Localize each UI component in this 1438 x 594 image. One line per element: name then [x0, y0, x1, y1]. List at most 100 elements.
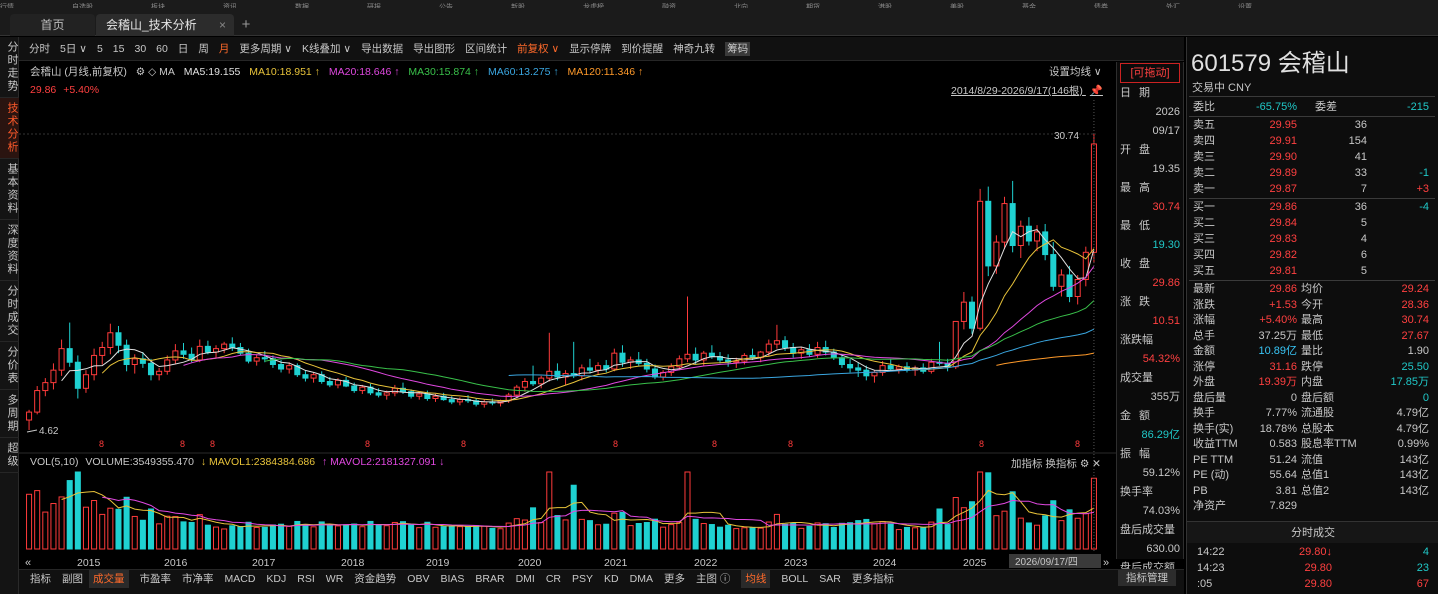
- left-nav-item[interactable]: 分时成交: [0, 281, 19, 342]
- candle-body: [131, 358, 138, 365]
- vol-tools[interactable]: 加指标 换指标 ⚙ ✕: [1011, 456, 1101, 471]
- toolbar-item[interactable]: 更多周期 ∨: [239, 37, 292, 61]
- volume-bar: [847, 522, 854, 550]
- toolbar-item[interactable]: 神奇九转: [673, 37, 715, 61]
- candle: [58, 339, 65, 376]
- indicator-tab[interactable]: 副图: [62, 570, 83, 588]
- candle-body: [416, 393, 423, 397]
- volume-bar: [643, 522, 650, 550]
- add-tab-icon[interactable]: +: [236, 14, 256, 36]
- ticks-header[interactable]: 分时成交: [1187, 521, 1438, 543]
- crosshair-info-panel[interactable]: [可拖动] 日期 2026 09/17 开盘 19.35 最高 30.74 最低 19.30 收盘…: [1116, 62, 1184, 593]
- event-marker[interactable]: 8: [1075, 439, 1080, 449]
- drag-panel-title[interactable]: [可拖动]: [1120, 63, 1180, 83]
- toolbar-item[interactable]: K线叠加 ∨: [302, 37, 351, 61]
- left-nav-item[interactable]: 技术分析: [0, 98, 19, 159]
- toolbar-item[interactable]: 5: [97, 37, 103, 61]
- volume-bars: [26, 471, 1097, 550]
- indicator-tab[interactable]: 指标: [30, 570, 51, 588]
- indicator-tab[interactable]: 更多指标: [852, 570, 894, 588]
- ma-controls[interactable]: ⚙ ◇ MA: [136, 66, 175, 78]
- toolbar-item[interactable]: 5日 ∨: [60, 37, 87, 61]
- indicator-tab[interactable]: BRAR: [475, 570, 504, 588]
- left-nav-item[interactable]: 分时走势: [0, 37, 19, 98]
- chart-title: 会稽山 (月线,前复权): [30, 66, 127, 78]
- toolbar-item[interactable]: 筹码: [725, 42, 751, 56]
- candle: [26, 409, 33, 430]
- indicator-tab[interactable]: WR: [326, 570, 344, 588]
- toolbar-item[interactable]: 周: [198, 37, 209, 61]
- toolbar-item[interactable]: 30: [134, 37, 146, 61]
- indicator-tab[interactable]: PSY: [572, 570, 593, 588]
- event-marker[interactable]: 8: [180, 439, 185, 449]
- toolbar-item[interactable]: 月: [219, 37, 230, 61]
- candle: [123, 339, 130, 372]
- indicator-tab[interactable]: KDJ: [266, 570, 286, 588]
- candle-body: [34, 390, 41, 413]
- pin-icon[interactable]: 📌: [1090, 85, 1103, 97]
- indicator-tab[interactable]: BIAS: [440, 570, 464, 588]
- event-marker[interactable]: 8: [979, 439, 984, 449]
- toolbar-item[interactable]: 区间统计: [465, 37, 507, 61]
- indicator-tab[interactable]: 资金趋势: [354, 570, 396, 588]
- event-marker[interactable]: 8: [712, 439, 717, 449]
- candle-body: [838, 357, 845, 365]
- toolbar-item[interactable]: 15: [113, 37, 125, 61]
- toolbar-item[interactable]: 60: [156, 37, 168, 61]
- candles: [26, 134, 1097, 430]
- indicator-tab[interactable]: MACD: [225, 570, 256, 588]
- indicator-tab[interactable]: 更多: [664, 570, 685, 588]
- candle-body: [960, 301, 967, 322]
- toolbar-item[interactable]: 日: [178, 37, 189, 61]
- indicator-tab[interactable]: 市盈率: [140, 570, 172, 588]
- indicator-tab[interactable]: KD: [604, 570, 619, 588]
- event-marker[interactable]: 8: [613, 439, 618, 449]
- tab-technical-analysis[interactable]: 会稽山_技术分析 ×: [96, 14, 234, 36]
- candle: [985, 186, 992, 277]
- left-nav-item[interactable]: 深度资料: [0, 220, 19, 281]
- indicator-manage-button[interactable]: 指标管理: [1118, 570, 1176, 586]
- event-marker[interactable]: 8: [788, 439, 793, 449]
- indicator-tab[interactable]: BOLL: [781, 570, 808, 588]
- left-nav-item[interactable]: 分价表: [0, 342, 19, 390]
- indicator-tab[interactable]: DMA: [630, 570, 653, 588]
- tick-time: :05: [1197, 578, 1213, 590]
- indicator-tab[interactable]: CR: [546, 570, 561, 588]
- ma-settings-dropdown[interactable]: 设置均线 ∨: [1049, 64, 1102, 79]
- left-nav-item[interactable]: 多周期: [0, 390, 19, 438]
- indicator-tab[interactable]: SAR: [819, 570, 841, 588]
- event-marker[interactable]: 8: [210, 439, 215, 449]
- toolbar-item[interactable]: 前复权 ∨: [517, 37, 559, 61]
- toolbar-item[interactable]: 分时: [29, 37, 50, 61]
- event-marker[interactable]: 8: [99, 439, 104, 449]
- indicator-tab[interactable]: 市净率: [182, 570, 214, 588]
- candlestick-chart[interactable]: 30.74 4.62 8 8 8 8 8 8 8 8 8 8 2015 2016 2017 2018 2019 2…: [19, 100, 1116, 569]
- event-marker[interactable]: 8: [365, 439, 370, 449]
- volume-bar: [278, 523, 285, 550]
- indicator-tab[interactable]: 均线: [741, 570, 771, 588]
- date-range[interactable]: 2014/8/29-2026/9/17(146根) 📌: [951, 83, 1103, 98]
- volume-bar: [391, 521, 398, 550]
- left-nav-item[interactable]: 超级: [0, 438, 19, 473]
- toolbar-item[interactable]: 导出数据: [361, 37, 403, 61]
- stat-label: 股息率TTM: [1301, 438, 1357, 450]
- stat-value: 25.50: [1401, 360, 1429, 373]
- indicator-tab[interactable]: RSI: [297, 570, 315, 588]
- candle: [1017, 220, 1024, 258]
- tab-home[interactable]: 首页: [10, 14, 95, 36]
- toolbar-item[interactable]: 导出图形: [413, 37, 455, 61]
- indicator-tab[interactable]: 成交量: [89, 570, 129, 588]
- indicator-tab[interactable]: DMI: [516, 570, 535, 588]
- close-icon[interactable]: ×: [219, 14, 226, 36]
- toolbar-item[interactable]: 到价提醒: [621, 37, 663, 61]
- scroll-left-icon[interactable]: «: [25, 557, 31, 569]
- scroll-right-icon[interactable]: »: [1103, 557, 1109, 569]
- event-marker[interactable]: 8: [461, 439, 466, 449]
- toolbar-item[interactable]: 显示停牌: [569, 37, 611, 61]
- volume-bar: [619, 512, 626, 550]
- candle-body: [887, 365, 894, 370]
- indicator-tab[interactable]: OBV: [407, 570, 429, 588]
- left-nav-item[interactable]: 基本资料: [0, 159, 19, 220]
- indicator-tab[interactable]: 主图 ⓘ: [696, 570, 730, 588]
- ma20-value: MA20:18.646 ↑: [328, 66, 400, 78]
